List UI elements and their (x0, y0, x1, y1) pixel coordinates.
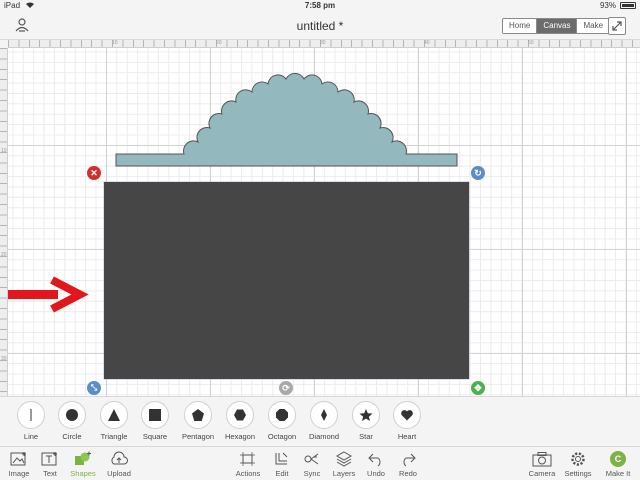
delete-handle-icon[interactable]: ✕ (87, 166, 101, 180)
triangle-icon[interactable] (100, 401, 128, 429)
upload-button[interactable]: Upload (101, 450, 137, 478)
shape-label: Heart (397, 432, 417, 441)
octagon-icon[interactable] (268, 401, 296, 429)
upload-icon (101, 450, 137, 468)
ruler-label: 30 (320, 40, 326, 46)
ruler-label: 20 (216, 40, 222, 46)
ruler-label: 10 (1, 148, 7, 154)
camera-button[interactable]: Camera (524, 450, 560, 478)
sync-button[interactable]: Sync (294, 450, 330, 478)
line-icon[interactable] (17, 401, 45, 429)
shape-heart[interactable]: Heart (382, 401, 432, 441)
star-icon[interactable] (352, 401, 380, 429)
hexagon-icon[interactable] (226, 401, 254, 429)
make-it-button[interactable]: C Make It (600, 450, 636, 478)
ruler-label: 10 (112, 40, 118, 46)
ruler-label: 20 (1, 252, 7, 258)
tab-canvas[interactable]: Canvas (537, 19, 578, 33)
battery-percent: 93% (599, 1, 616, 10)
bottom-toolbar: Image Text Shapes Upload Actions Edit Sy… (0, 446, 640, 480)
text-icon (32, 450, 68, 468)
actions-button[interactable]: Actions (230, 450, 266, 478)
clock: 7:58 pm (304, 1, 336, 10)
actions-icon (230, 450, 266, 468)
undo-icon (358, 450, 394, 468)
ruler-label: 40 (424, 40, 430, 46)
resize-handle-icon[interactable]: ✥ (471, 381, 485, 395)
rotate-handle-icon[interactable]: ↻ (471, 166, 485, 180)
shapes-icon (65, 450, 101, 468)
shapes-label: Shapes (70, 469, 96, 478)
make-it-badge: C (610, 451, 626, 467)
gear-icon (560, 450, 596, 468)
battery-icon (620, 2, 636, 9)
text-button[interactable]: Text (32, 450, 68, 478)
heart-icon[interactable] (393, 401, 421, 429)
view-switcher: Home Canvas Make (502, 18, 611, 34)
actions-label: Actions (235, 469, 261, 478)
layers-button[interactable]: Layers (326, 450, 362, 478)
layers-icon (326, 450, 362, 468)
flip-handle-icon[interactable]: ⟳ (279, 381, 293, 395)
sync-icon (294, 450, 330, 468)
circle-icon[interactable] (58, 401, 86, 429)
diamond-icon[interactable] (310, 401, 338, 429)
redo-icon (390, 450, 426, 468)
make-it-icon: C (600, 450, 636, 468)
shapes-panel: Line Circle Triangle Square Pentagon Hex… (0, 396, 640, 446)
expand-icon[interactable] (608, 17, 626, 35)
scallop-shape[interactable] (115, 72, 458, 167)
undo-label: Undo (367, 469, 385, 478)
undo-button[interactable]: Undo (358, 450, 394, 478)
status-bar: iPad 7:58 pm 93% (0, 0, 640, 12)
camera-icon (524, 450, 560, 468)
layers-label: Layers (332, 469, 356, 478)
tab-home[interactable]: Home (503, 19, 538, 33)
shapes-button[interactable]: Shapes (65, 450, 101, 478)
make-it-label: Make It (605, 469, 631, 478)
redo-label: Redo (399, 469, 417, 478)
ruler-top: 10 20 30 40 50 (8, 40, 640, 48)
upload-label: Upload (107, 469, 131, 478)
camera-label: Camera (528, 469, 556, 478)
settings-button[interactable]: Settings (560, 450, 596, 478)
ruler-label: 50 (528, 40, 534, 46)
app-header: untitled * Home Canvas Make (0, 12, 640, 40)
ruler-label: 30 (1, 356, 7, 362)
unlock-handle-icon[interactable]: ⤡ (87, 381, 101, 395)
tab-make[interactable]: Make (577, 19, 610, 33)
sync-label: Sync (303, 469, 321, 478)
settings-label: Settings (564, 469, 592, 478)
text-label: Text (43, 469, 57, 478)
redo-button[interactable]: Redo (390, 450, 426, 478)
ruler-left: 10 20 30 (0, 48, 8, 396)
square-icon[interactable] (141, 401, 169, 429)
pentagon-icon[interactable] (184, 401, 212, 429)
rectangle-shape[interactable] (104, 182, 469, 379)
arrow-annotation (8, 276, 89, 313)
design-canvas[interactable]: ✕ ↻ ⤡ ⟳ ✥ (8, 48, 640, 396)
